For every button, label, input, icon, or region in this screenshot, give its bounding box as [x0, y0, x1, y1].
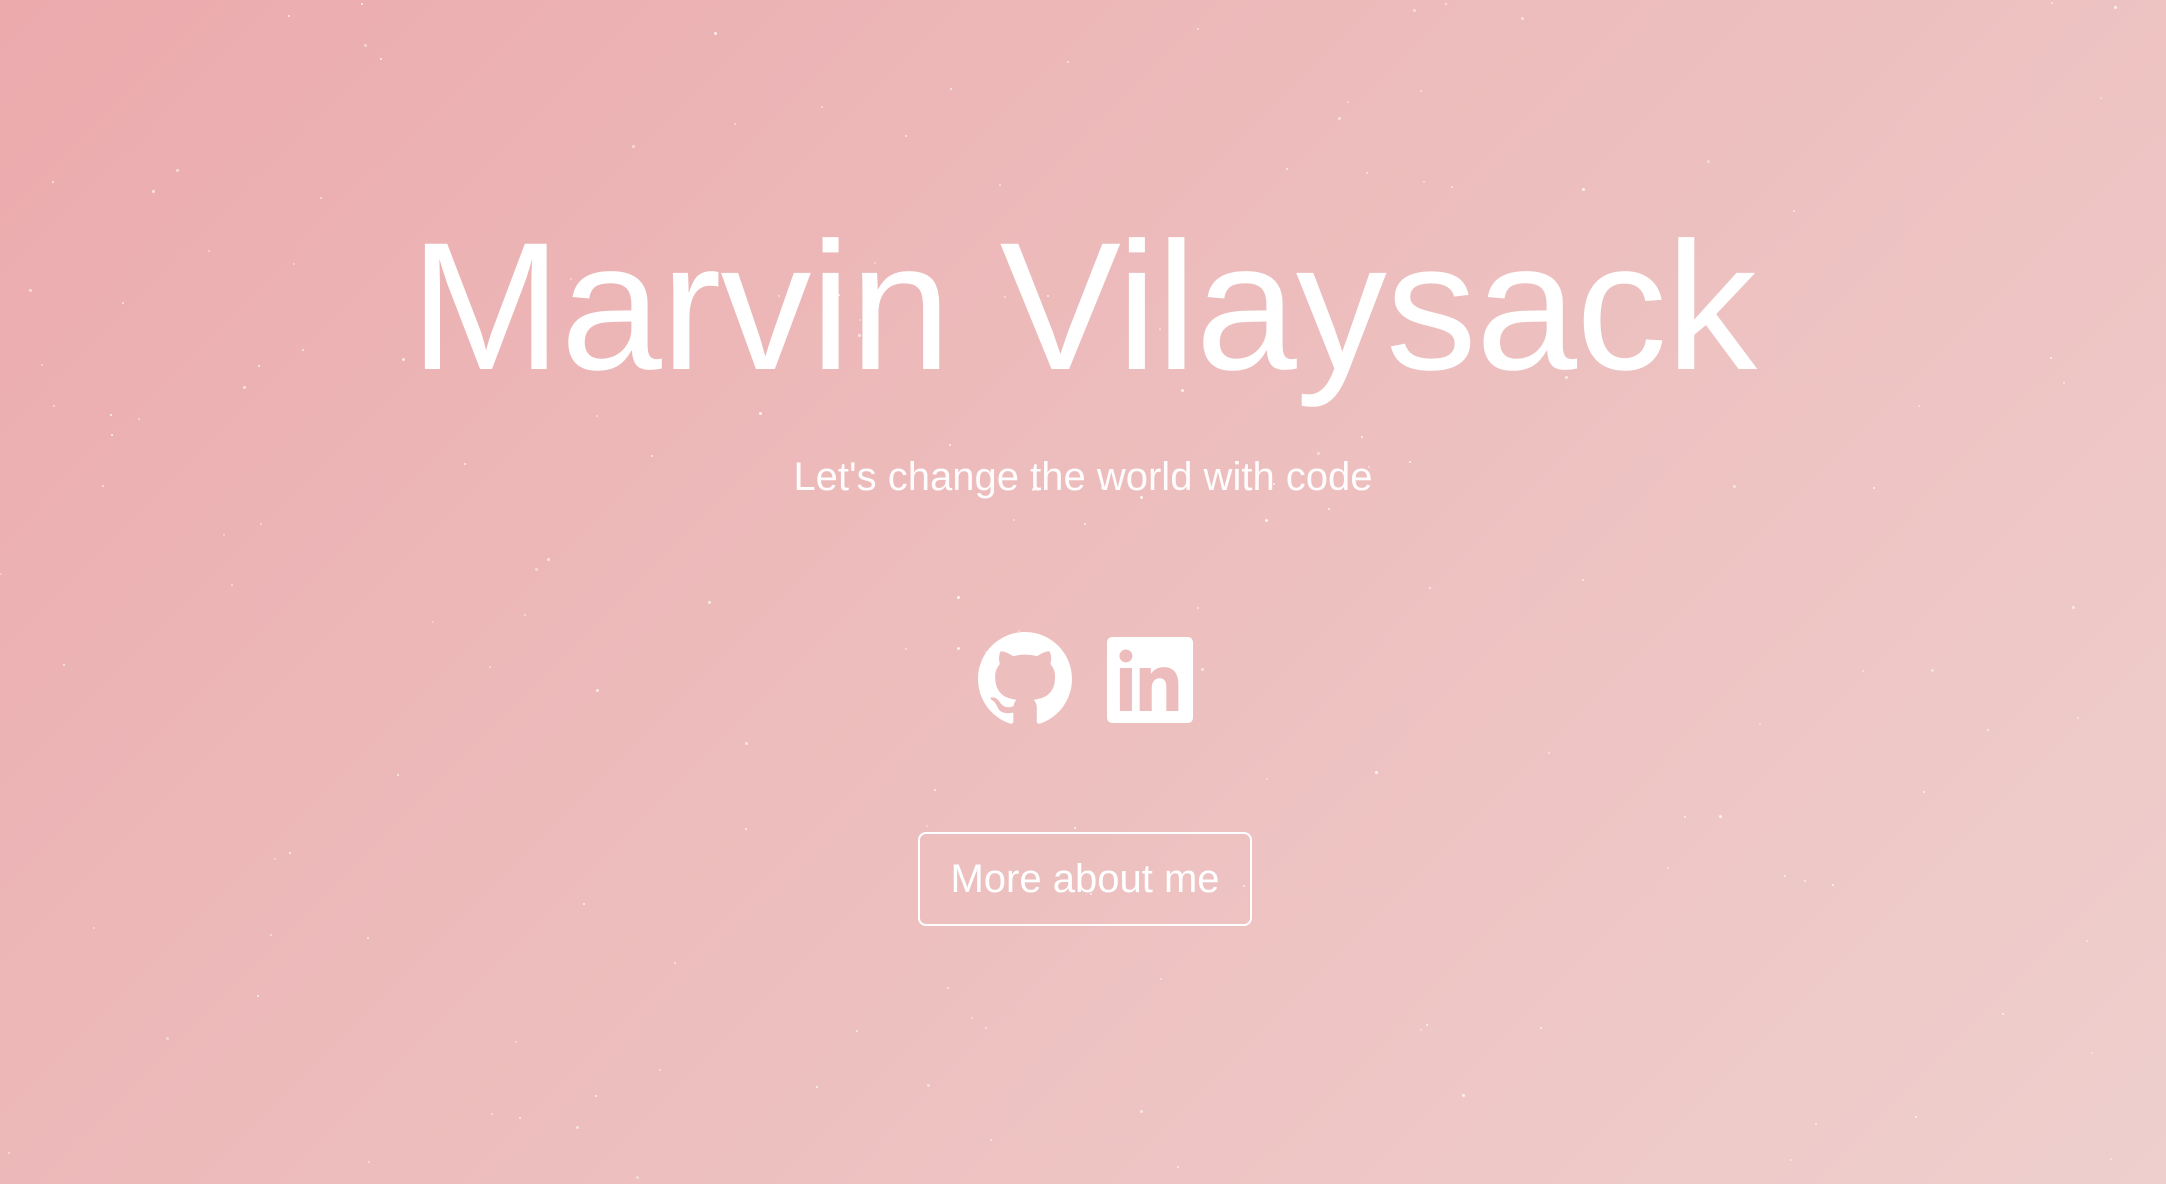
hero-section: Marvin Vilaysack Let's change the world …	[0, 0, 2166, 1184]
linkedin-link[interactable]	[1107, 637, 1193, 723]
github-icon	[978, 632, 1072, 724]
page-title: Marvin Vilaysack	[409, 204, 1757, 408]
linkedin-icon	[1107, 637, 1193, 723]
more-about-me-button[interactable]: More about me	[918, 832, 1252, 926]
social-links	[978, 632, 1193, 726]
github-link[interactable]	[978, 632, 1072, 726]
tagline: Let's change the world with code	[793, 455, 1373, 499]
